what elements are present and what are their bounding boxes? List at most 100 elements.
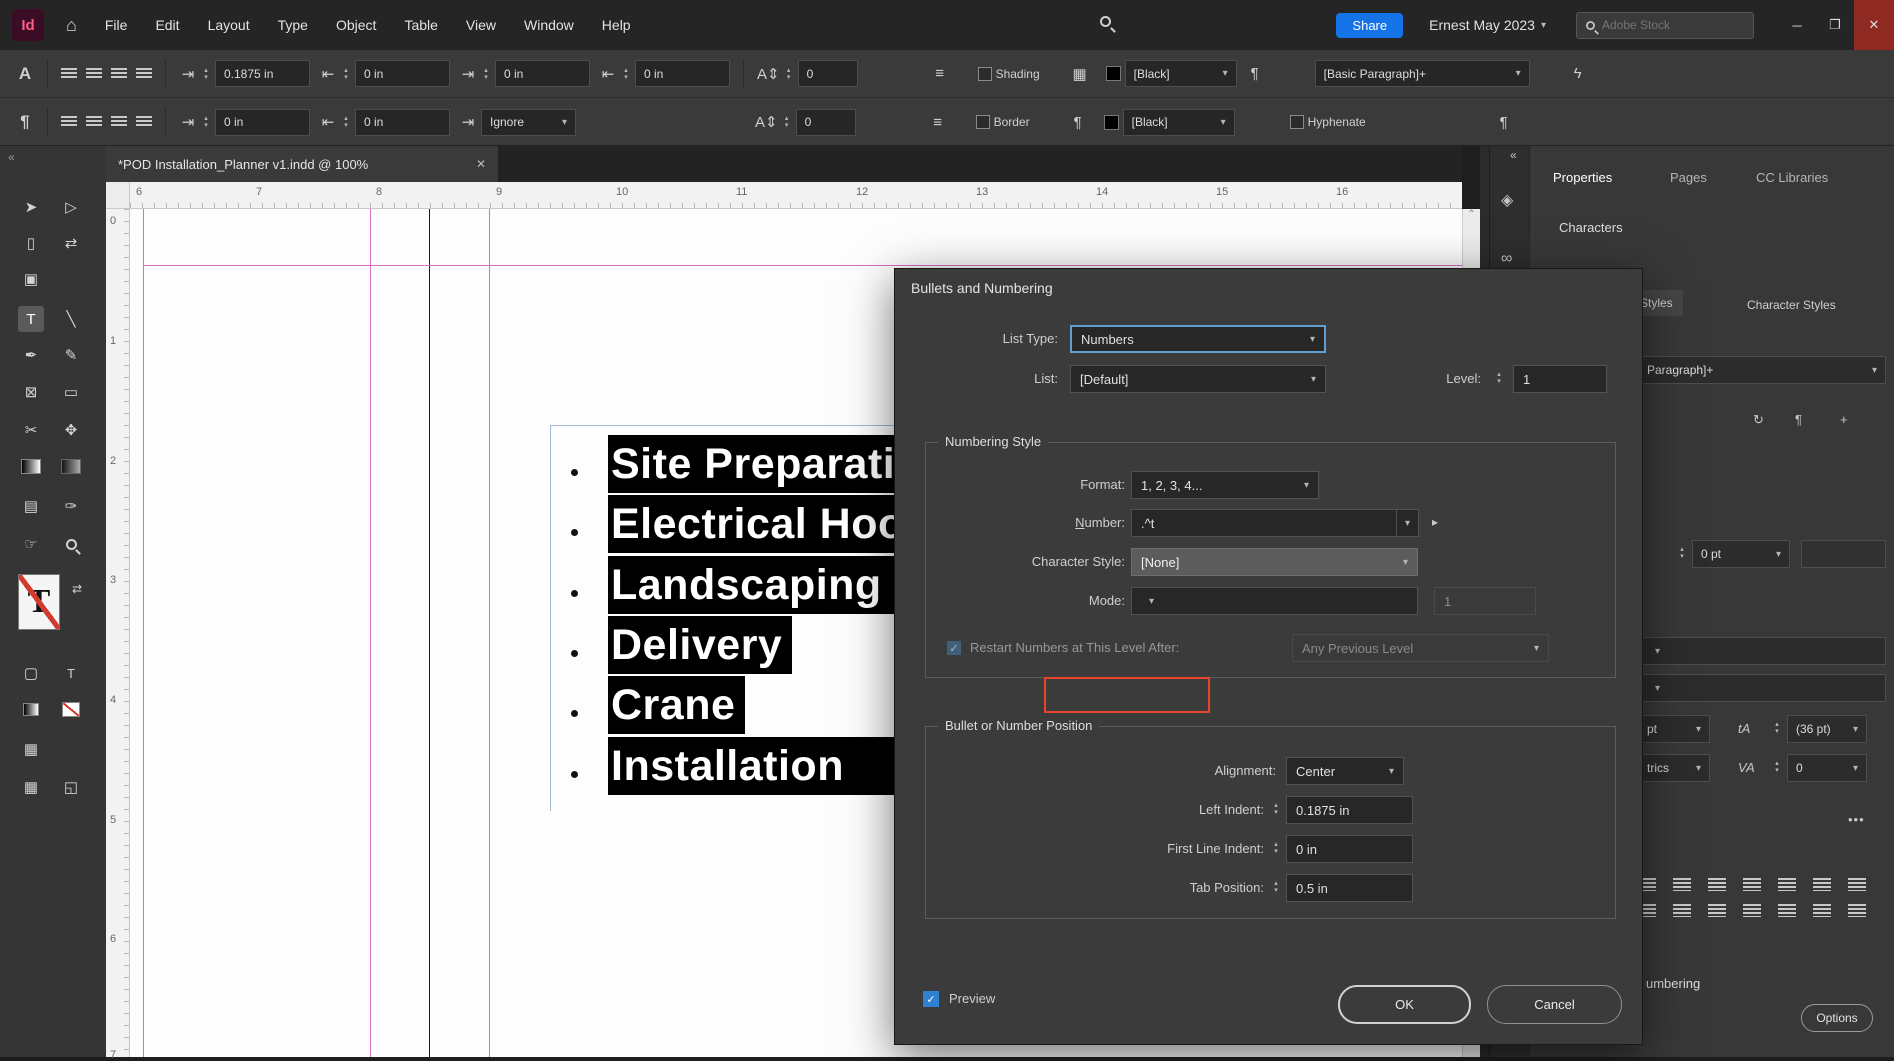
tab-properties[interactable]: Properties [1553, 170, 1612, 185]
lightning-icon[interactable]: ϟ [1569, 65, 1587, 82]
justify-icon[interactable] [136, 67, 152, 80]
justify-left-icon[interactable] [1743, 878, 1761, 891]
justify-center-icon[interactable] [86, 116, 102, 128]
shading-settings-icon[interactable]: ▦ [1071, 65, 1089, 83]
collapse-panel-icon[interactable]: « [1510, 148, 1517, 162]
border-color-dropdown[interactable]: [Black] [1122, 108, 1235, 136]
list-type-dropdown[interactable]: Numbers [1070, 325, 1326, 353]
menu-layout[interactable]: Layout [208, 17, 250, 33]
paragraph-direction-icon[interactable]: ¶ [1495, 114, 1513, 131]
indent-icon[interactable] [1813, 904, 1831, 917]
shading-color-dropdown[interactable]: [Black] [1124, 60, 1237, 87]
content-collector-tool[interactable]: ▣ [18, 266, 44, 292]
number-flyout-icon[interactable]: ▸ [1432, 515, 1438, 529]
menu-file[interactable]: File [105, 17, 128, 33]
justify-right-icon[interactable] [111, 116, 127, 128]
stepper-arrows[interactable] [1270, 841, 1282, 855]
border-checkbox[interactable] [975, 115, 990, 129]
alignment-dropdown[interactable]: Center [1286, 757, 1404, 785]
direct-selection-tool[interactable]: ▷ [58, 194, 84, 220]
free-transform-tool[interactable]: ✥ [58, 417, 84, 443]
character-style-dropdown[interactable]: [None] [1131, 548, 1418, 576]
horizontal-ruler[interactable]: 6 7 8 9 10 11 12 13 14 15 16 [106, 182, 1462, 209]
menu-table[interactable]: Table [404, 17, 437, 33]
tab-character-styles[interactable]: Character Styles [1747, 298, 1836, 312]
align-right-icon[interactable] [111, 67, 127, 80]
font-family-dropdown[interactable] [1638, 637, 1886, 665]
left-indent-field[interactable]: 0 in [355, 60, 450, 87]
align-center-icon[interactable] [86, 67, 102, 80]
stepper-arrows[interactable] [782, 115, 792, 129]
preview-view-icon[interactable]: ◱ [58, 774, 84, 800]
scroll-up-icon[interactable]: ⌃ [1467, 209, 1475, 220]
shading-color-swatch[interactable] [1105, 66, 1121, 81]
home-icon[interactable]: ⌂ [66, 15, 77, 36]
stepper-arrows[interactable] [621, 67, 631, 81]
stepper-arrows[interactable] [1270, 802, 1282, 816]
rectangle-tool[interactable]: ▭ [58, 379, 84, 405]
bulleted-list-icon[interactable]: ≡ [931, 65, 949, 82]
drop-cap-chars-field[interactable]: 0 [795, 108, 856, 136]
zoom-tool[interactable] [58, 531, 84, 557]
style-options-icon[interactable]: ¶ [1795, 412, 1802, 427]
close-tab-icon[interactable]: ✕ [476, 157, 486, 171]
indent-icon[interactable] [1778, 904, 1796, 917]
stepper-arrows[interactable] [201, 115, 211, 129]
stepper-arrows[interactable] [1771, 760, 1783, 774]
leading-dropdown[interactable]: (36 pt) [1787, 715, 1867, 743]
vertical-ruler[interactable]: 0 1 2 3 4 5 6 7 [106, 209, 130, 1061]
align-right-icon[interactable] [1708, 878, 1726, 891]
stepper-arrows[interactable] [201, 67, 211, 81]
ruler-origin-corner[interactable] [106, 182, 130, 209]
mode-dropdown[interactable] [1131, 587, 1418, 615]
space-before-field[interactable]: 0 in [495, 60, 590, 87]
indesign-logo[interactable]: Id [12, 9, 44, 41]
font-size-dropdown[interactable]: pt [1638, 715, 1710, 743]
list-line[interactable]: Landscaping [608, 556, 894, 614]
keep-options-dropdown[interactable]: Ignore [481, 108, 576, 136]
swap-fill-stroke-icon[interactable]: ⇄ [64, 576, 90, 602]
space-after-field[interactable]: 0 in [635, 60, 730, 87]
stepper-arrows[interactable] [1676, 546, 1688, 560]
paragraph-mark-icon[interactable]: ¶ [1246, 65, 1264, 82]
gap-tool[interactable]: ⇄ [58, 230, 84, 256]
number-field[interactable]: .^t [1131, 509, 1397, 537]
formatting-affects-text-icon[interactable]: T [58, 660, 84, 686]
new-style-icon[interactable]: + [1840, 412, 1848, 427]
tab-cc-libraries[interactable]: CC Libraries [1756, 170, 1828, 185]
tracking-dropdown[interactable]: 0 [1787, 754, 1867, 782]
stepper-arrows[interactable] [1270, 880, 1282, 894]
shading-checkbox[interactable] [977, 66, 992, 81]
margin-guide[interactable] [489, 209, 490, 1057]
stepper-arrows[interactable] [341, 67, 351, 81]
level-stepper-arrows[interactable] [1493, 371, 1505, 385]
page-tool[interactable]: ▯ [18, 230, 44, 256]
formatting-affects-container-icon[interactable]: ▢ [18, 660, 44, 686]
number-dropdown-icon[interactable] [1397, 509, 1419, 537]
align-away-spine-icon[interactable] [1673, 904, 1691, 917]
indent-icon[interactable] [1743, 904, 1761, 917]
left-indent-field[interactable]: 0.1875 in [1286, 796, 1413, 824]
normal-view-icon[interactable]: ▦ [18, 774, 44, 800]
paragraph-style-dropdown[interactable]: [Basic Paragraph]+ [1314, 60, 1530, 87]
stepper-arrows[interactable] [341, 115, 351, 129]
border-settings-icon[interactable]: ¶ [1069, 114, 1087, 131]
indent-icon[interactable] [1708, 904, 1726, 917]
drop-cap-lines-field[interactable]: 0 [797, 60, 858, 87]
menu-object[interactable]: Object [336, 17, 376, 33]
menu-help[interactable]: Help [602, 17, 631, 33]
preview-checkbox[interactable] [923, 991, 939, 1007]
margin-guide[interactable] [143, 209, 144, 1057]
justify-full-icon[interactable] [1848, 878, 1866, 891]
cancel-button[interactable]: Cancel [1487, 985, 1622, 1024]
stroke-weight-dropdown[interactable]: 0 pt [1692, 540, 1790, 568]
restart-numbers-checkbox[interactable] [947, 641, 961, 655]
list-dropdown[interactable]: [Default] [1070, 365, 1326, 393]
more-options-icon[interactable]: ••• [1848, 812, 1865, 827]
menu-window[interactable]: Window [524, 17, 574, 33]
ok-button[interactable]: OK [1338, 985, 1471, 1024]
stepper-arrows[interactable] [481, 67, 491, 81]
link-icon[interactable]: ∞ [1501, 250, 1512, 268]
gradient-swatch-tool[interactable] [18, 453, 44, 479]
paragraph-style-dropdown[interactable]: Paragraph]+ [1638, 356, 1886, 384]
